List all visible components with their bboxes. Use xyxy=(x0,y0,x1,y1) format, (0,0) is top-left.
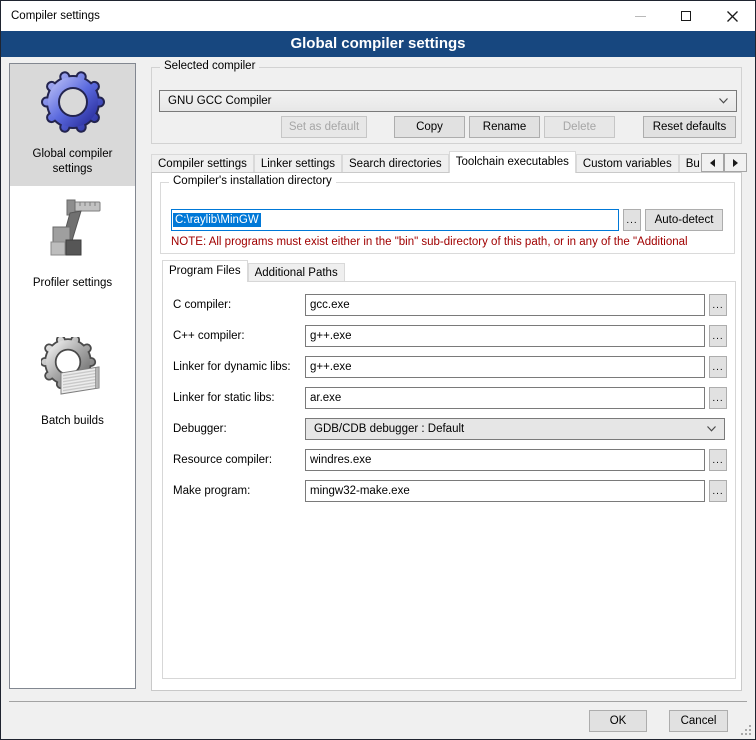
set-as-default-button: Set as default xyxy=(281,116,367,138)
chevron-down-icon xyxy=(707,426,716,432)
compiler-actions: Set as default CopyRenameDelete Reset defa… xyxy=(281,116,736,138)
dialog-header-title: Global compiler settings xyxy=(290,35,465,52)
sidebar-item-global-compiler-settings[interactable]: Global compiler settings xyxy=(10,64,135,186)
tab-search-directories[interactable]: Search directories xyxy=(342,154,449,173)
installation-directory-group: Compiler's installation directory C:\ray… xyxy=(160,182,735,254)
maximize-button[interactable] xyxy=(663,1,709,31)
auto-detect-button[interactable]: Auto-detect xyxy=(645,209,723,231)
input-value: g++.exe xyxy=(310,330,352,342)
tab-linker-settings[interactable]: Linker settings xyxy=(254,154,342,173)
input-value: gcc.exe xyxy=(310,299,350,311)
right-arrow-icon xyxy=(733,159,738,167)
input-value: ar.exe xyxy=(310,392,341,404)
tab-scroll-right-button[interactable] xyxy=(724,153,747,172)
program-files-page: C compiler: gcc.exe... C++ compiler: g++.ex… xyxy=(162,281,736,679)
sidebar-item-batch-builds[interactable]: Batch builds xyxy=(10,324,135,462)
c-compiler-input[interactable]: gcc.exe xyxy=(305,294,705,316)
chevron-down-icon xyxy=(719,98,728,104)
tab-toolchain-executables[interactable]: Toolchain executables xyxy=(449,151,576,173)
field-label: C compiler: xyxy=(173,299,305,311)
settings-tab-strip: Compiler settingsLinker settingsSearch d… xyxy=(151,151,699,173)
gear-icon xyxy=(41,70,105,134)
field-label: Debugger: xyxy=(173,423,305,435)
field-label: Make program: xyxy=(173,485,305,497)
minimize-button[interactable] xyxy=(617,1,663,31)
program-files-tab-strip: Program FilesAdditional Paths xyxy=(162,260,722,282)
field-row-debugger: Debugger: GDB/CDB debugger : Default xyxy=(173,418,735,440)
window-title: Compiler settings xyxy=(11,10,100,22)
browse-button[interactable]: ... xyxy=(709,325,727,347)
field-row-linker-for-static-libs: Linker for static libs: ar.exe... xyxy=(173,387,735,409)
subtab-additional-paths[interactable]: Additional Paths xyxy=(248,263,345,282)
field-row-c-compiler: C compiler: gcc.exe... xyxy=(173,294,735,316)
resize-grip-icon[interactable] xyxy=(749,733,751,735)
field-label: Linker for dynamic libs: xyxy=(173,361,305,373)
field-row-c-compiler: C++ compiler: g++.exe... xyxy=(173,325,735,347)
install-dir-selected-text: C:\raylib\MinGW xyxy=(173,213,261,227)
linker-for-dynamic-libs-input[interactable]: g++.exe xyxy=(305,356,705,378)
tab-build-options[interactable]: Build options xyxy=(679,154,699,173)
make-program-input[interactable]: mingw32-make.exe xyxy=(305,480,705,502)
field-label: Resource compiler: xyxy=(173,454,305,466)
input-value: mingw32-make.exe xyxy=(310,485,410,497)
sidebar-item-profiler-settings[interactable]: Profiler settings xyxy=(10,186,135,324)
dialog-header: Global compiler settings xyxy=(1,31,755,57)
dropdown-value: GDB/CDB debugger : Default xyxy=(314,423,464,435)
compiler-settings-window: Compiler settings Global compiler settin… xyxy=(0,0,756,740)
install-dir-browse-button[interactable]: ... xyxy=(623,209,641,231)
selected-compiler-value: GNU GCC Compiler xyxy=(168,95,272,107)
subtab-program-files[interactable]: Program Files xyxy=(162,260,248,282)
caliper-icon xyxy=(41,199,105,263)
sidebar-item-label: Global compiler settings xyxy=(13,147,132,177)
browse-button[interactable]: ... xyxy=(709,449,727,471)
field-label: C++ compiler: xyxy=(173,330,305,342)
cancel-button[interactable]: Cancel xyxy=(669,710,728,732)
field-row-make-program: Make program: mingw32-make.exe... xyxy=(173,480,735,502)
left-arrow-icon xyxy=(710,159,715,167)
browse-button[interactable]: ... xyxy=(709,294,727,316)
input-value: g++.exe xyxy=(310,361,352,373)
field-label: Linker for static libs: xyxy=(173,392,305,404)
browse-button[interactable]: ... xyxy=(709,387,727,409)
close-icon xyxy=(727,11,738,22)
c-compiler-input[interactable]: g++.exe xyxy=(305,325,705,347)
input-value: windres.exe xyxy=(310,454,371,466)
window-controls xyxy=(617,1,755,31)
sidebar-item-label: Batch builds xyxy=(13,414,132,429)
gear-papers-icon xyxy=(41,337,105,401)
tab-custom-variables[interactable]: Custom variables xyxy=(576,154,679,173)
installation-directory-legend: Compiler's installation directory xyxy=(169,175,336,187)
reset-defaults-button[interactable]: Reset defaults xyxy=(643,116,736,138)
bin-subdirectory-note: NOTE: All programs must exist either in … xyxy=(171,236,732,248)
tab-compiler-settings[interactable]: Compiler settings xyxy=(151,154,254,173)
browse-button[interactable]: ... xyxy=(709,356,727,378)
delete-button: Delete xyxy=(544,116,615,138)
tab-scrollers xyxy=(701,153,747,172)
sidebar-item-label: Profiler settings xyxy=(13,276,132,291)
tab-scroll-left-button[interactable] xyxy=(701,153,724,172)
debugger-dropdown[interactable]: GDB/CDB debugger : Default xyxy=(305,418,725,440)
dialog-body: Global compiler settings Profiler settin… xyxy=(1,57,755,739)
copy-button[interactable]: Copy xyxy=(394,116,465,138)
rename-button[interactable]: Rename xyxy=(469,116,540,138)
field-row-resource-compiler: Resource compiler: windres.exe... xyxy=(173,449,735,471)
selected-compiler-dropdown[interactable]: GNU GCC Compiler xyxy=(159,90,737,112)
minimize-icon xyxy=(635,16,646,17)
ok-button[interactable]: OK xyxy=(589,710,647,732)
close-button[interactable] xyxy=(709,1,755,31)
toolchain-fields: C compiler: gcc.exe... C++ compiler: g++.ex… xyxy=(163,282,735,502)
resource-compiler-input[interactable]: windres.exe xyxy=(305,449,705,471)
footer-divider xyxy=(9,701,747,702)
field-row-linker-for-dynamic-libs: Linker for dynamic libs: g++.exe... xyxy=(173,356,735,378)
install-dir-input[interactable]: C:\raylib\MinGW xyxy=(171,209,619,231)
browse-button[interactable]: ... xyxy=(709,480,727,502)
selected-compiler-legend: Selected compiler xyxy=(160,60,259,72)
title-bar: Compiler settings xyxy=(1,1,755,31)
linker-for-static-libs-input[interactable]: ar.exe xyxy=(305,387,705,409)
settings-category-list: Global compiler settings Profiler settin… xyxy=(9,63,136,689)
toolchain-executables-page: Compiler's installation directory C:\ray… xyxy=(151,172,742,691)
maximize-icon xyxy=(681,11,691,21)
